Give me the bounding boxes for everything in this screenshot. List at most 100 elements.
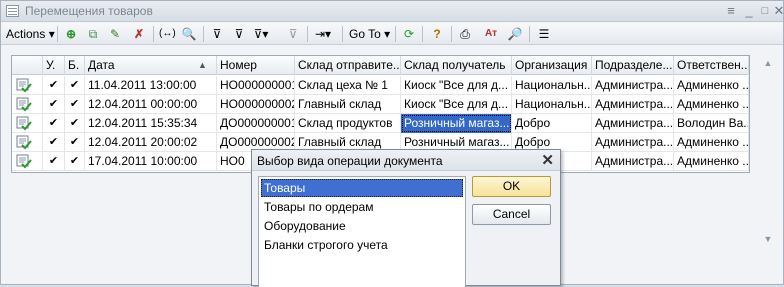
separator (342, 26, 343, 42)
goto-menu[interactable]: Go To ▾ (349, 25, 390, 43)
column-header-responsible[interactable]: Ответствен... (674, 56, 749, 75)
row-sender-cell: Склад продуктов (295, 114, 401, 133)
row-date-cell: 12.04.2011 15:35:34 (85, 114, 217, 133)
filter-settings-icon[interactable]: ⊽▾ (253, 26, 269, 42)
column-header-number[interactable]: Номер (217, 56, 295, 75)
row-receiver-cell: Киоск "Все для д... (401, 95, 512, 114)
dialog-title: Выбор вида операции документа (257, 154, 443, 168)
row-b-cell: ✔ (65, 133, 85, 152)
vertical-scrollbar[interactable]: ▲ ▼ (761, 55, 775, 245)
set-interval-icon[interactable]: (↔) (159, 26, 176, 42)
actions-menu[interactable]: Actions ▾ (6, 25, 55, 43)
close-icon[interactable]: ✕ (771, 3, 784, 19)
refresh-icon[interactable]: ⟳ (401, 26, 417, 42)
column-header-department[interactable]: Подразделе... (592, 56, 674, 75)
table-row[interactable]: ✔ ✔ 12.04.2011 00:00:00 НО000000002 Глав… (12, 95, 749, 114)
edit-icon[interactable]: ✎ (107, 26, 123, 42)
row-b-cell: ✔ (65, 114, 85, 133)
row-receiver-cell-selected[interactable]: Розничный магаз... (401, 114, 512, 133)
separator (529, 26, 530, 42)
operation-type-list[interactable]: Товары Товары по ордерам Оборудование Бл… (258, 176, 466, 287)
add-icon[interactable]: ⊕ (63, 26, 79, 42)
sort-icon: ▲ (198, 60, 207, 70)
row-organization-cell: Национальн... (512, 95, 592, 114)
create-based-on-icon[interactable]: ⇥▾ (315, 26, 331, 42)
row-b-cell: ✔ (65, 95, 85, 114)
list-item-selected[interactable]: Товары (261, 179, 463, 197)
table-row[interactable]: ✔ ✔ 12.04.2011 15:35:34 ДО000000001 Скла… (12, 114, 749, 133)
row-status-cell (12, 95, 43, 114)
posted-document-icon (16, 78, 32, 93)
row-b-cell: ✔ (65, 152, 85, 171)
separator (57, 26, 58, 42)
separator (307, 26, 308, 42)
delete-icon[interactable]: ✗ (131, 26, 147, 42)
row-responsible-cell: Админенко ... (674, 95, 749, 114)
row-u-cell: ✔ (43, 114, 65, 133)
row-responsible-cell: Админенко ... (674, 152, 749, 171)
list-item[interactable]: Оборудование (261, 217, 463, 235)
menu-icon[interactable]: ≡ (723, 3, 739, 19)
column-header-icon[interactable] (12, 56, 43, 75)
posted-document-icon (16, 116, 32, 131)
list-item[interactable]: Бланки строгого учета (261, 236, 463, 254)
separator (203, 26, 204, 42)
posted-document-icon (16, 135, 32, 150)
row-number-cell: НО000000002 (217, 95, 295, 114)
row-u-cell: ✔ (43, 76, 65, 95)
separator (153, 26, 154, 42)
row-responsible-cell: Володин Ва... (674, 114, 749, 133)
title-bar: Перемещения товаров ≡ _ □ ✕ (1, 1, 784, 22)
row-status-cell (12, 152, 43, 171)
column-header-u[interactable]: У. (43, 56, 65, 75)
help-icon[interactable]: ? (429, 26, 445, 42)
scroll-down-icon[interactable]: ▼ (762, 233, 774, 245)
operation-type-dialog: Выбор вида операции документа ✕ Товары Т… (251, 149, 561, 287)
goto-label: Go To (349, 27, 381, 41)
separator (422, 26, 423, 42)
report-icon[interactable]: 🔎 (507, 26, 523, 42)
filter-icon[interactable]: ⊽ (209, 26, 225, 42)
row-department-cell: Администра... (592, 152, 674, 171)
column-header-sender[interactable]: Склад отправите... (295, 56, 401, 75)
row-department-cell: Администра... (592, 76, 674, 95)
clear-filter-icon[interactable]: ⊽ (285, 26, 301, 42)
copy-icon[interactable]: ⧉ (85, 26, 101, 42)
row-responsible-cell: Админенко ... (674, 133, 749, 152)
table-header: У. Б. Дата ▲ Номер Склад отправите... Ск… (12, 56, 749, 75)
minimize-icon[interactable]: _ (741, 3, 757, 19)
row-number-cell: ДО000000001 (217, 114, 295, 133)
find-icon[interactable]: 🔍 (181, 26, 197, 42)
row-department-cell: Администра... (592, 133, 674, 152)
filter-value-icon[interactable]: ⊽ (231, 26, 247, 42)
dialog-title-bar: Выбор вида операции документа ✕ (252, 150, 560, 171)
scroll-up-icon[interactable]: ▲ (762, 57, 774, 69)
list-item[interactable]: Товары по ордерам (261, 198, 463, 216)
row-number-cell: НО000000001 (217, 76, 295, 95)
column-header-b[interactable]: Б. (65, 56, 85, 75)
print-icon[interactable]: ⎙ (457, 26, 473, 42)
row-date-cell: 17.04.2011 10:00:00 (85, 152, 217, 171)
row-u-cell: ✔ (43, 133, 65, 152)
ok-button[interactable]: OK (472, 176, 551, 197)
document-list-icon[interactable]: ☰ (536, 26, 552, 42)
row-sender-cell: Главный склад (295, 95, 401, 114)
actions-label: Actions (6, 27, 46, 41)
separator (395, 26, 396, 42)
close-icon[interactable]: ✕ (541, 151, 554, 169)
column-header-receiver[interactable]: Склад получатель (401, 56, 512, 75)
posted-document-icon (16, 97, 32, 112)
row-u-cell: ✔ (43, 152, 65, 171)
table-row[interactable]: ✔ ✔ 11.04.2011 13:00:00 НО000000001 Скла… (12, 76, 749, 95)
row-receiver-cell: Киоск "Все для д... (401, 76, 512, 95)
cancel-button[interactable]: Cancel (472, 204, 551, 225)
movements-icon[interactable]: Ат (483, 26, 499, 42)
row-department-cell: Администра... (592, 114, 674, 133)
row-u-cell: ✔ (43, 95, 65, 114)
posted-document-icon (16, 154, 32, 169)
row-organization-cell: Национальн... (512, 76, 592, 95)
row-responsible-cell: Админенко ... (674, 76, 749, 95)
row-date-cell: 12.04.2011 00:00:00 (85, 95, 217, 114)
separator (451, 26, 452, 42)
column-header-organization[interactable]: Организация (512, 56, 592, 75)
